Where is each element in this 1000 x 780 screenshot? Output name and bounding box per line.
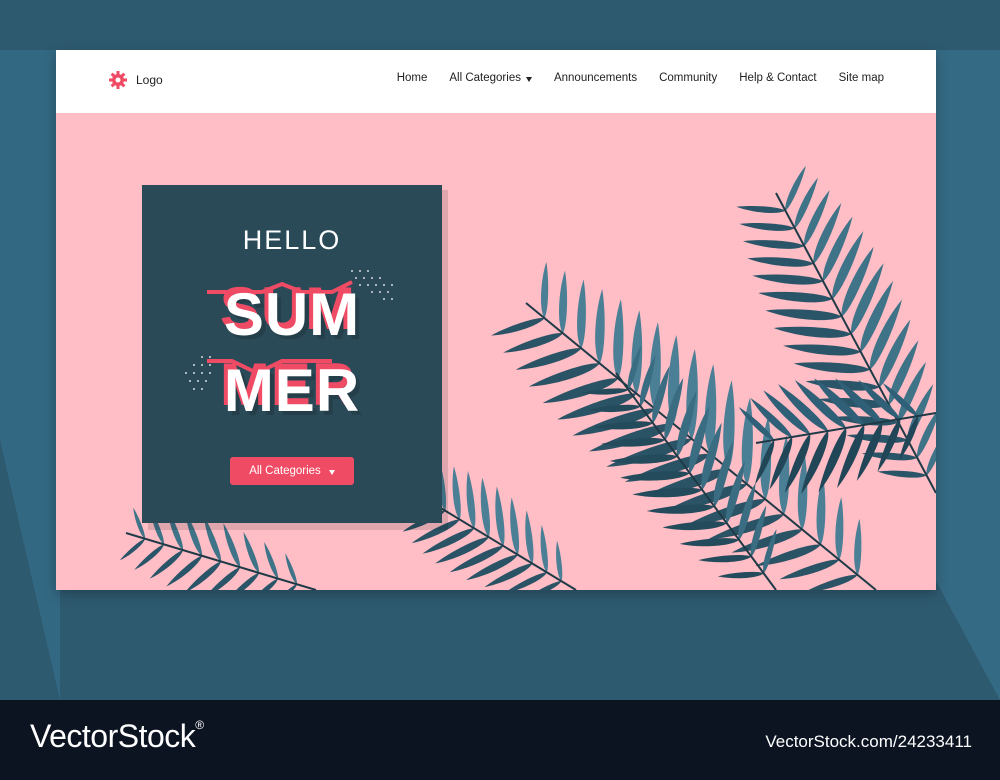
landing-page: Logo Home All Categories Announcements C…: [56, 50, 936, 590]
nav-announcements[interactable]: Announcements: [554, 72, 637, 84]
gear-icon: [109, 71, 127, 89]
nav-all-categories[interactable]: All Categories: [449, 72, 532, 84]
background-shade-left: [0, 50, 60, 700]
nav-community-label: Community: [659, 72, 718, 84]
all-categories-button-label: All Categories: [249, 465, 321, 477]
background-shade-right: [930, 50, 1000, 700]
nav-menu: Home All Categories Announcements Commun…: [397, 72, 884, 84]
top-navbar: Logo Home All Categories Announcements C…: [56, 50, 936, 113]
all-categories-button[interactable]: All Categories: [230, 457, 354, 485]
nav-site-map-label: Site map: [838, 72, 884, 84]
nav-home[interactable]: Home: [397, 72, 428, 84]
registered-mark: ®: [195, 718, 204, 732]
stock-image-id: VectorStock.com/24233411: [765, 732, 972, 751]
caret-down-icon: [328, 469, 335, 475]
hero-headline-line1: SUM: [223, 281, 361, 348]
brand-name: VectorStock: [30, 718, 196, 754]
nav-help-contact-label: Help & Contact: [739, 72, 817, 84]
nav-site-map[interactable]: Site map: [839, 72, 884, 84]
logo-label: Logo: [136, 73, 163, 87]
nav-community[interactable]: Community: [659, 72, 717, 84]
hero-greeting: HELLO: [242, 225, 342, 255]
nav-all-categories-label: All Categories: [449, 72, 521, 84]
nav-announcements-label: Announcements: [553, 72, 638, 84]
watermark-footer: VectorStock® VectorStock.com/24233411: [0, 700, 1000, 780]
logo[interactable]: Logo: [108, 70, 163, 90]
hero-headline-line2: MER: [223, 357, 361, 424]
nav-home-label: Home: [396, 72, 428, 84]
hero-card: HELLO SUM MER All Categories: [142, 185, 442, 523]
nav-help-contact[interactable]: Help & Contact: [739, 72, 816, 84]
vectorstock-brand: VectorStock®: [30, 718, 204, 755]
caret-down-icon: [525, 76, 532, 82]
